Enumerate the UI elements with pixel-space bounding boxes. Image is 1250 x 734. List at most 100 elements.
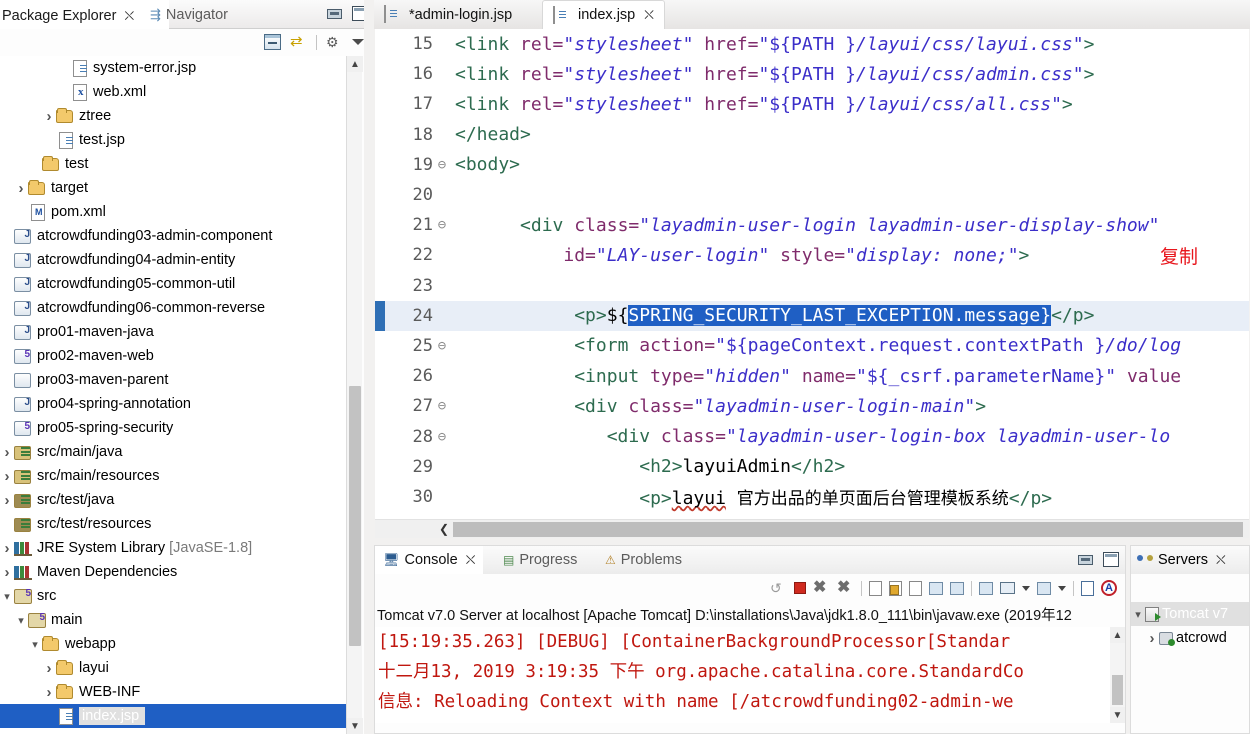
close-icon[interactable]: ⛌: [1216, 552, 1226, 568]
tab-progress[interactable]: ▤ Progress: [495, 546, 585, 574]
server-tree-item[interactable]: Tomcat v7: [1131, 602, 1249, 626]
chevron-down-icon[interactable]: [352, 39, 364, 45]
remove-all-terminated-icon[interactable]: ✖: [837, 580, 854, 596]
servers-tree[interactable]: Tomcat v7 atcrowd: [1131, 574, 1249, 650]
chevron-closed-icon[interactable]: [0, 540, 14, 557]
relaunch-icon[interactable]: ↺: [770, 580, 787, 596]
chevron-closed-icon[interactable]: [42, 684, 56, 701]
tree-item-main[interactable]: main: [0, 608, 346, 632]
code-line[interactable]: 19 ⊖ <body>: [375, 150, 1249, 180]
scrollbar-thumb[interactable]: [349, 386, 361, 646]
terminate-icon[interactable]: [794, 582, 806, 594]
remove-launch-icon[interactable]: ✖: [813, 580, 830, 596]
tree-item-layui[interactable]: layui: [0, 656, 346, 680]
scrollbar-thumb[interactable]: [1112, 675, 1123, 705]
tree-item-pom-xml[interactable]: pom.xml: [0, 200, 346, 224]
tree-item-web-xml[interactable]: web.xml: [0, 80, 346, 104]
chevron-open-icon[interactable]: [0, 590, 14, 603]
chevron-closed-icon[interactable]: [0, 492, 14, 509]
tree-item-pro03-maven-parent[interactable]: pro03-maven-parent: [0, 368, 346, 392]
console-output[interactable]: [15:19:35.263] [DEBUG] [ContainerBackgro…: [375, 627, 1125, 723]
tab-navigator[interactable]: ⇶ Navigator: [142, 0, 236, 29]
chevron-closed-icon[interactable]: [0, 468, 14, 485]
tree-item-webapp[interactable]: webapp: [0, 632, 346, 656]
tab-problems[interactable]: ⚠ Problems: [597, 546, 690, 574]
fold-toggle-icon[interactable]: ⊖: [435, 157, 449, 173]
close-icon[interactable]: ⛌: [124, 8, 134, 24]
server-tree-item[interactable]: atcrowd: [1131, 626, 1249, 650]
editor-horizontal-scrollbar[interactable]: ❮: [375, 519, 1249, 538]
tree-item-jre-system-library[interactable]: JRE System Library [JavaSE-1.8]: [0, 536, 346, 560]
code-line[interactable]: 21 ⊖ <div class="layadmin-user-login laya…: [375, 210, 1249, 240]
minimize-button[interactable]: [327, 8, 342, 19]
chevron-closed-icon[interactable]: [42, 660, 56, 677]
code-line[interactable]: 31 </div>: [375, 512, 1249, 519]
fold-toggle-icon[interactable]: ⊖: [435, 429, 449, 445]
fold-toggle-icon[interactable]: ⊖: [435, 398, 449, 414]
code-line[interactable]: 22 id="LAY-user-login" style="display: n…: [375, 240, 1249, 270]
chevron-closed-icon[interactable]: [1145, 630, 1159, 647]
chevron-open-icon[interactable]: [28, 638, 42, 651]
tree-item-src[interactable]: src: [0, 584, 346, 608]
code-line[interactable]: 30 <p>layui 官方出品的单页面后台管理模板系统</p>: [375, 482, 1249, 512]
code-line[interactable]: 18 </head>: [375, 120, 1249, 150]
code-line[interactable]: 25 ⊖ <form action="${pageContext.request.…: [375, 331, 1249, 361]
scroll-down-icon[interactable]: ▼: [1110, 707, 1125, 723]
minimize-button[interactable]: [1078, 554, 1093, 565]
display-selected-console-dropdown-icon[interactable]: [1022, 585, 1030, 591]
tree-item-system-error-jsp[interactable]: system-error.jsp: [0, 56, 346, 80]
show-console-on-output-icon[interactable]: [929, 581, 943, 595]
scroll-up-icon[interactable]: ▲: [347, 56, 363, 72]
close-icon[interactable]: ⛌: [644, 7, 654, 23]
tree-item-pro02-maven-web[interactable]: pro02-maven-web: [0, 344, 346, 368]
show-console-on-error-icon[interactable]: [950, 581, 964, 595]
tree-item-src-test-resources[interactable]: src/test/resources: [0, 512, 346, 536]
project-tree[interactable]: system-error.jsp web.xml ztree test.jsp test…: [0, 56, 346, 734]
maximize-button[interactable]: [1103, 552, 1119, 567]
tree-item-atcrowdfunding04-admin-entity[interactable]: atcrowdfunding04-admin-entity: [0, 248, 346, 272]
tree-item-pro05-spring-security[interactable]: pro05-spring-security: [0, 416, 346, 440]
tree-item-test[interactable]: test: [0, 152, 346, 176]
tree-item-pro04-spring-annotation[interactable]: pro04-spring-annotation: [0, 392, 346, 416]
tree-item-maven-dependencies[interactable]: Maven Dependencies: [0, 560, 346, 584]
code-line[interactable]: 17 <link rel="stylesheet" href="${PATH }/…: [375, 89, 1249, 119]
explorer-vertical-scrollbar[interactable]: ▲ ▼: [346, 56, 363, 734]
tree-item-test-jsp[interactable]: test.jsp: [0, 128, 346, 152]
word-wrap-icon[interactable]: [909, 580, 922, 596]
chevron-closed-icon[interactable]: [0, 564, 14, 581]
tree-item-index-jsp[interactable]: index.jsp: [0, 704, 346, 728]
code-line[interactable]: 20: [375, 180, 1249, 210]
open-console-icon[interactable]: [1037, 581, 1051, 595]
scroll-up-icon[interactable]: ▲: [1110, 627, 1125, 643]
tree-item-src-main-resources[interactable]: src/main/resources: [0, 464, 346, 488]
code-line[interactable]: 26 <input type="hidden" name="${_csrf.pa…: [375, 361, 1249, 391]
view-menu-icon[interactable]: ⚙: [326, 34, 343, 50]
scroll-left-icon[interactable]: ❮: [435, 520, 453, 538]
open-console-dropdown-icon[interactable]: [1058, 585, 1066, 591]
code-line[interactable]: 16 <link rel="stylesheet" href="${PATH }/…: [375, 59, 1249, 89]
tree-item-ztree[interactable]: ztree: [0, 104, 346, 128]
close-icon[interactable]: ⛌: [466, 552, 476, 568]
code-line[interactable]: 23: [375, 271, 1249, 301]
panel-divider[interactable]: [364, 0, 374, 734]
display-selected-console-icon[interactable]: [1000, 582, 1015, 594]
pin-console-icon[interactable]: [979, 581, 993, 595]
tab-index-jsp[interactable]: index.jsp ⛌: [542, 0, 665, 29]
tree-item-atcrowdfunding06-common-reverse[interactable]: atcrowdfunding06-common-reverse: [0, 296, 346, 320]
chevron-closed-icon[interactable]: [14, 180, 28, 197]
scroll-lock-icon[interactable]: [889, 580, 902, 596]
tree-item-src-main-java[interactable]: src/main/java: [0, 440, 346, 464]
link-with-editor-icon[interactable]: ⇄: [290, 34, 307, 50]
tree-item-web-inf[interactable]: WEB-INF: [0, 680, 346, 704]
clear-console-icon[interactable]: [869, 580, 882, 596]
chevron-open-icon[interactable]: [1131, 608, 1145, 621]
tree-item-src-test-java[interactable]: src/test/java: [0, 488, 346, 512]
view-source-icon[interactable]: [1081, 580, 1094, 596]
ansi-console-icon[interactable]: A: [1101, 580, 1117, 596]
servers-tabbar[interactable]: Servers ⛌: [1131, 546, 1249, 574]
code-line[interactable]: 24 <p>${SPRING_SECURITY_LAST_EXCEPTION.m…: [375, 300, 1249, 331]
tree-item-atcrowdfunding03-admin-component[interactable]: atcrowdfunding03-admin-component: [0, 224, 346, 248]
tab-console[interactable]: 🖥 Console ⛌: [375, 546, 484, 574]
chevron-open-icon[interactable]: [14, 614, 28, 627]
code-line[interactable]: 15 <link rel="stylesheet" href="${PATH }/…: [375, 29, 1249, 59]
